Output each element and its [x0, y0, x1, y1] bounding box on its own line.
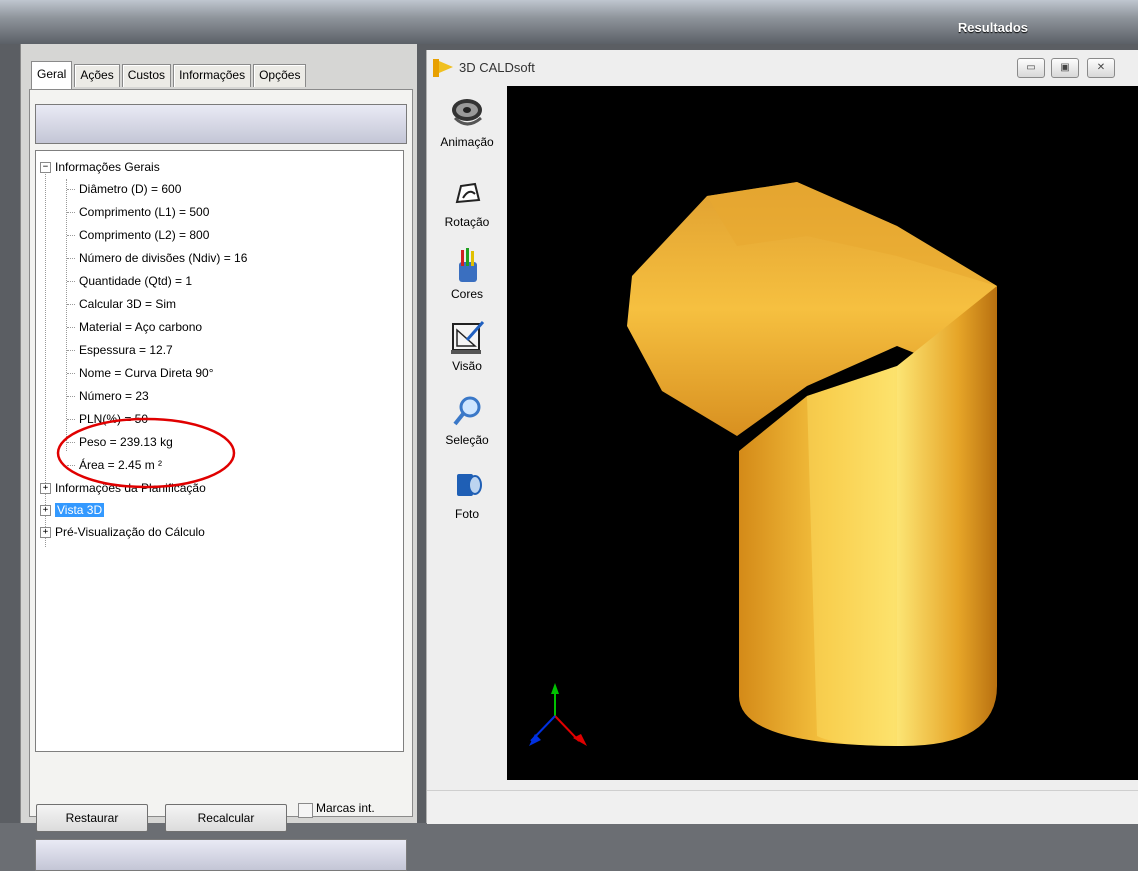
camera-icon [457, 474, 482, 496]
close-button[interactable]: ✕ [1087, 58, 1115, 78]
tree-item-label: Nome = Curva Direta 90° [79, 366, 214, 380]
window-titlebar: Resultados [0, 0, 1138, 44]
marcas-label: Marcas int. [316, 801, 375, 815]
tab-strip: Geral Ações Custos Informações Opções [31, 61, 308, 89]
tree-item-label: Material = Aço carbono [79, 320, 203, 334]
tree-item[interactable]: Comprimento (L2) = 800 [67, 225, 209, 245]
expand-icon[interactable]: + [40, 505, 51, 516]
tool-label: Rotação [444, 215, 490, 229]
viewer-title: 3D CALDsoft [459, 60, 535, 75]
tool-label: Seleção [445, 433, 489, 447]
tree-item-label: Número de divisões (Ndiv) = 16 [79, 251, 248, 265]
tree-item[interactable]: Material = Aço carbono [67, 317, 202, 337]
tool-rotacao[interactable]: Rotação [429, 176, 505, 229]
tool-foto[interactable]: Foto [429, 468, 505, 521]
tool-cores[interactable]: Cores [429, 248, 505, 301]
tool-visao[interactable]: Visão [429, 320, 505, 373]
tree-node-label: Vista 3D [55, 503, 105, 517]
drafting-board-icon [451, 321, 485, 354]
viewer-window: 3D CALDsoft ▭ ▣ ✕ Animação Rotação Cores… [426, 50, 1138, 824]
tree-item-label: Número = 23 [79, 389, 149, 403]
tree-node-previsualizacao[interactable]: + Pré-Visualização do Cálculo [40, 522, 205, 542]
restaurar-button[interactable]: Restaurar [36, 804, 148, 832]
panel-footer-bar [35, 839, 407, 871]
tree-item[interactable]: Nome = Curva Direta 90° [67, 363, 214, 383]
tree-item-label: Comprimento (L1) = 500 [79, 205, 210, 219]
tree-node-label: Pré-Visualização do Cálculo [55, 525, 205, 539]
elbow-3d-model [529, 182, 997, 746]
viewer-toolbar: Animação Rotação Cores Visão Seleção Fot… [429, 84, 505, 784]
magnifier-icon [453, 396, 481, 426]
film-reel-icon [452, 99, 482, 126]
tool-label: Visão [452, 359, 482, 373]
rotate-hand-icon [455, 182, 481, 204]
tool-label: Animação [440, 135, 494, 149]
tree-node-label: Informações Gerais [55, 160, 160, 174]
tree-item-label: Espessura = 12.7 [79, 343, 173, 357]
tree-item-label: Calcular 3D = Sim [79, 297, 177, 311]
tree-node-informacoes-gerais[interactable]: − Informações Gerais [40, 157, 160, 177]
expand-icon[interactable]: + [40, 527, 51, 538]
tree-item-label: Quantidade (Qtd) = 1 [79, 274, 193, 288]
tree-node-vista3d[interactable]: + Vista 3D [40, 500, 105, 520]
tab-body: − Informações Gerais Diâmetro (D) = 600 … [29, 89, 413, 871]
tool-animacao[interactable]: Animação [429, 96, 505, 149]
collapse-icon[interactable]: − [40, 162, 51, 173]
tab-opcoes[interactable]: Opções [253, 64, 307, 87]
status-bar [427, 790, 1138, 824]
tree-item-label: Comprimento (L2) = 800 [79, 228, 210, 242]
minimize-button[interactable]: ▭ [1017, 58, 1045, 78]
tool-selecao[interactable]: Seleção [429, 394, 505, 447]
window-title: Resultados [957, 20, 1028, 35]
tree-item[interactable]: Número de divisões (Ndiv) = 16 [67, 248, 247, 268]
tree-item[interactable]: Calcular 3D = Sim [67, 294, 176, 314]
tree-item[interactable]: Número = 23 [67, 386, 149, 406]
tab-informacoes[interactable]: Informações [173, 64, 252, 87]
tree-item[interactable]: Quantidade (Qtd) = 1 [67, 271, 192, 291]
tree-item[interactable]: Espessura = 12.7 [67, 340, 173, 360]
marcas-checkbox[interactable] [298, 803, 313, 818]
tab-custos[interactable]: Custos [121, 64, 172, 87]
tool-label: Cores [450, 287, 483, 301]
highlight-ellipse [56, 417, 236, 489]
3d-viewport[interactable] [507, 86, 1138, 780]
restore-button[interactable]: ▣ [1051, 58, 1079, 78]
caldsoft-logo-icon [433, 59, 453, 77]
expand-icon[interactable]: + [40, 483, 51, 494]
tree-item[interactable]: Comprimento (L1) = 500 [67, 202, 209, 222]
panel-header-bar [35, 104, 407, 144]
properties-panel: Geral Ações Custos Informações Opções − … [20, 44, 417, 871]
paint-brushes-icon [459, 248, 477, 282]
tool-label: Foto [454, 507, 479, 521]
tree-item[interactable]: Diâmetro (D) = 600 [67, 179, 181, 199]
tab-geral[interactable]: Geral [31, 61, 73, 89]
tree-item-label: Diâmetro (D) = 600 [79, 182, 182, 196]
info-tree[interactable]: − Informações Gerais Diâmetro (D) = 600 … [35, 150, 404, 752]
tab-acoes[interactable]: Ações [74, 64, 120, 87]
recalcular-button[interactable]: Recalcular [165, 804, 287, 832]
